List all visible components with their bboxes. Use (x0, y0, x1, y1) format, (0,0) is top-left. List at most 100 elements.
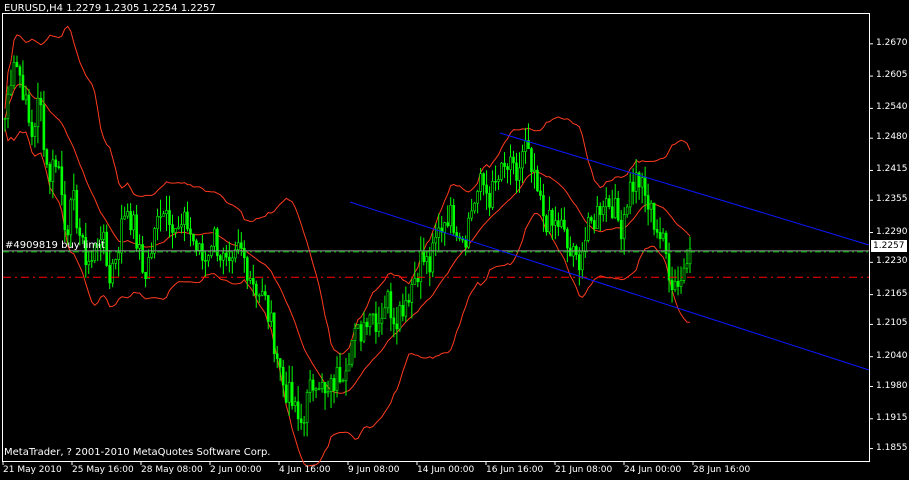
band-upper (4, 25, 691, 355)
price-tick-label: 1.2670 (876, 37, 908, 48)
candle-body (476, 191, 479, 204)
candle-body (114, 259, 117, 264)
candle-body (383, 307, 387, 319)
candle-body (251, 277, 255, 285)
candle-body (350, 340, 354, 365)
candle-body (12, 62, 16, 86)
candle-body (36, 97, 40, 128)
candle-body (365, 321, 369, 328)
candle-body (296, 401, 300, 420)
candle-body (260, 291, 264, 296)
candle-body (329, 378, 333, 392)
candle-body (673, 280, 677, 291)
candle-body (141, 244, 144, 273)
candle-body (24, 94, 28, 101)
time-tick-label: 25 May 16:00 (72, 465, 134, 475)
candle-body (407, 300, 411, 303)
price-tick-label: 1.1915 (876, 412, 908, 423)
candle-body (521, 151, 524, 169)
axis-ticks (2, 43, 873, 465)
candle-body (634, 172, 638, 192)
candle-body (222, 252, 225, 261)
candle-body (171, 224, 174, 233)
candle-body (57, 166, 61, 168)
price-tick-label: 1.2355 (876, 194, 908, 205)
candle-body (320, 382, 324, 389)
candle-body (248, 277, 252, 281)
candle-body (228, 256, 231, 262)
time-tick-label: 28 Jun 16:00 (693, 465, 751, 475)
candle-body (482, 173, 485, 186)
candle-body (198, 243, 201, 251)
candle-body (33, 126, 37, 137)
candle-body (272, 312, 276, 354)
candle-body (75, 190, 79, 229)
candle-body (655, 229, 659, 233)
candle-body (30, 122, 34, 137)
candle-body (54, 159, 58, 167)
candle-body (362, 321, 366, 342)
candle-body (63, 194, 67, 231)
candle-body (254, 283, 258, 296)
candle-body (491, 180, 494, 208)
time-tick-label: 16 Jun 16:00 (486, 465, 544, 475)
price-tick-label: 1.2415 (876, 164, 908, 175)
candle-body (598, 205, 602, 215)
candle-body (506, 166, 509, 170)
candle-body (347, 363, 351, 372)
price-tick-label: 1.2480 (876, 132, 908, 143)
candle-body (126, 211, 129, 217)
candle-body (613, 198, 617, 219)
candle-body (9, 84, 13, 95)
candle-body (245, 257, 249, 281)
candle-body (153, 228, 156, 254)
candle-body (389, 291, 393, 319)
candle-body (581, 251, 584, 271)
candle-body (533, 169, 536, 172)
candle-body (539, 190, 542, 196)
candles (3, 55, 692, 437)
price-tick-label: 1.2105 (876, 318, 908, 329)
candle-body (180, 224, 183, 228)
candle-body (48, 164, 52, 182)
candle-body (150, 252, 153, 258)
candle-body (338, 367, 342, 383)
candle-body (380, 318, 384, 324)
candle-body (607, 198, 611, 207)
candle-body (281, 366, 285, 386)
candle-body (284, 384, 288, 403)
candle-body (51, 159, 55, 182)
candle-body (311, 379, 315, 391)
candle-body (371, 313, 375, 316)
candle-body (497, 179, 500, 182)
time-tick-label: 9 Jun 08:00 (348, 465, 400, 475)
candle-body (195, 240, 198, 251)
price-chart[interactable] (0, 0, 909, 480)
candle-body (123, 215, 126, 220)
candle-body (622, 214, 626, 240)
time-tick-label: 4 Jun 16:00 (279, 465, 331, 475)
candle-body (467, 217, 470, 248)
candle-body (446, 222, 450, 227)
channel-lower-line[interactable] (349, 201, 870, 371)
candle-body (595, 205, 599, 230)
price-tick-label: 1.2230 (876, 256, 908, 267)
candle-body (643, 177, 647, 196)
candle-body (509, 156, 512, 170)
candle-body (192, 233, 195, 242)
order-label[interactable]: #4909819 buy limit (5, 240, 105, 252)
candle-body (563, 219, 566, 230)
candle-body (431, 242, 435, 273)
candle-body (494, 180, 497, 183)
candle-body (183, 211, 186, 225)
candle-body (676, 280, 680, 287)
candle-body (269, 312, 273, 322)
candle-body (566, 229, 569, 249)
candle-body (437, 227, 441, 238)
candle-body (586, 217, 590, 241)
chart-window[interactable]: EURUSD,H4 1.2279 1.2305 1.2254 1.2257 #4… (0, 0, 909, 480)
candle-body (344, 370, 348, 381)
price-tick-label: 1.2040 (876, 350, 908, 361)
candle-body (473, 202, 476, 212)
candle-body (434, 237, 438, 244)
